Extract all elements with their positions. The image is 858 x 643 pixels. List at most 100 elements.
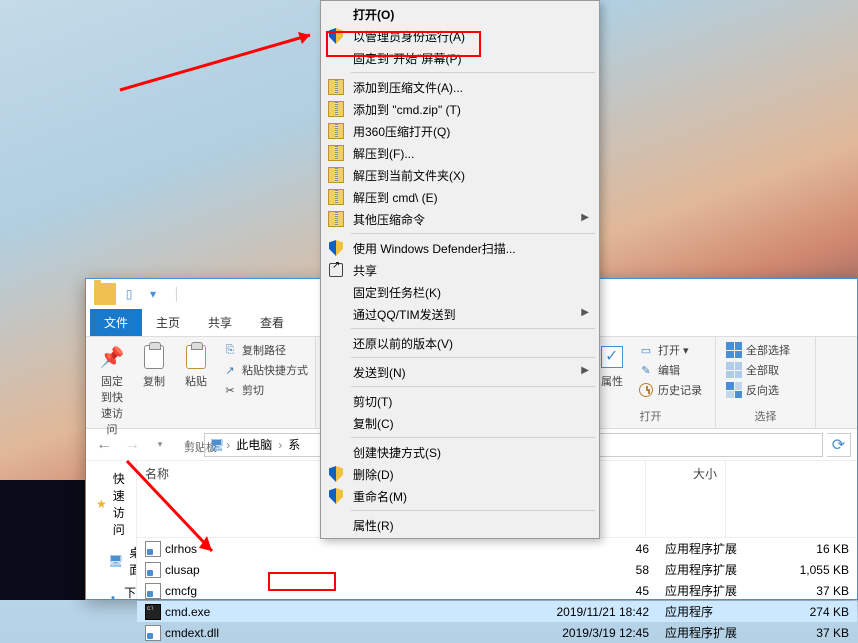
shield-icon — [327, 465, 345, 483]
zip-icon — [327, 166, 345, 184]
menu-item[interactable]: 通过QQ/TIM发送到▶ — [323, 303, 597, 325]
cut-button[interactable]: ✂剪切 — [220, 381, 310, 399]
file-size: 1,055 KB — [777, 561, 857, 579]
menu-item[interactable]: 发送到(N)▶ — [323, 361, 597, 383]
file-row[interactable]: cmdext.dll2019/3/19 12:45应用程序扩展37 KB — [137, 622, 857, 643]
qat-divider: │ — [166, 283, 188, 305]
col-size[interactable]: 大小 — [646, 461, 726, 537]
file-date: 2019/3/19 12:45 — [377, 624, 657, 642]
menu-label: 剪切(T) — [353, 393, 392, 410]
sidebar-desktop[interactable]: 🖥 桌面 📌 — [90, 541, 132, 581]
menu-item[interactable]: 添加到 "cmd.zip" (T) — [323, 98, 597, 120]
file-name: cmdext.dll — [165, 626, 219, 640]
menu-label: 添加到 "cmd.zip" (T) — [353, 101, 461, 118]
up-arrow-icon[interactable]: ↑ — [176, 433, 200, 457]
menu-label: 共享 — [353, 262, 377, 279]
crumb-sys[interactable]: 系 — [284, 436, 304, 453]
file-type: 应用程序 — [657, 601, 777, 622]
menu-item[interactable]: 固定到任务栏(K) — [323, 281, 597, 303]
file-row[interactable]: clusap58应用程序扩展1,055 KB — [137, 559, 857, 580]
menu-item[interactable]: 共享 — [323, 259, 597, 281]
menu-item[interactable]: 以管理员身份运行(A) — [323, 25, 597, 47]
menu-item[interactable]: 打开(O) — [323, 3, 597, 25]
menu-label: 使用 Windows Defender扫描... — [353, 240, 516, 257]
menu-label: 用360压缩打开(Q) — [353, 123, 450, 140]
menu-item[interactable]: 属性(R) — [323, 514, 597, 536]
file-size: 37 KB — [777, 582, 857, 600]
menu-label: 发送到(N) — [353, 364, 406, 381]
copy-button[interactable]: 复制 — [136, 341, 172, 391]
chevron-right-icon: › — [278, 438, 282, 452]
path-icon: ⎘ — [222, 342, 238, 358]
tab-share[interactable]: 共享 — [194, 309, 246, 336]
open-icon: ▭ — [638, 342, 654, 358]
file-date: 2019/11/21 18:42 — [377, 603, 657, 621]
copy-path-button[interactable]: ⎘复制路径 — [220, 341, 310, 359]
sidebar-downloads[interactable]: ⬇ 下载 📌 — [90, 581, 132, 599]
paste-button[interactable]: 粘贴 — [178, 341, 214, 391]
back-arrow-icon[interactable]: ← — [92, 433, 116, 457]
label: 复制 — [143, 373, 165, 389]
tab-view[interactable]: 查看 — [246, 309, 298, 336]
menu-item[interactable]: 删除(D) — [323, 463, 597, 485]
label: 固定到快 速访问 — [98, 373, 126, 437]
group-label: 打开 — [594, 408, 707, 424]
tab-file[interactable]: 文件 — [90, 309, 142, 336]
menu-label: 删除(D) — [353, 466, 394, 483]
invert-selection-button[interactable]: 反向选 — [724, 381, 807, 399]
menu-label: 复制(C) — [353, 415, 394, 432]
menu-item[interactable]: 解压到 cmd\ (E) — [323, 186, 597, 208]
shield-icon — [327, 27, 345, 45]
file-row[interactable]: cmd.exe2019/11/21 18:42应用程序274 KB — [137, 601, 857, 622]
zip-icon — [327, 210, 345, 228]
open-button[interactable]: ▭打开 ▾ — [636, 341, 704, 359]
zip-icon — [327, 78, 345, 96]
menu-item[interactable]: 固定到"开始"屏幕(P) — [323, 47, 597, 69]
menu-label: 添加到压缩文件(A)... — [353, 79, 463, 96]
recent-dropdown-icon[interactable]: ▾ — [148, 433, 172, 457]
menu-item[interactable]: 添加到压缩文件(A)... — [323, 76, 597, 98]
zip-icon — [327, 144, 345, 162]
desktop-icon: 🖥 — [108, 553, 123, 569]
menu-item[interactable]: 还原以前的版本(V) — [323, 332, 597, 354]
file-row[interactable]: clrhos46应用程序扩展16 KB — [137, 538, 857, 559]
properties-icon — [598, 343, 626, 371]
menu-item[interactable]: 剪切(T) — [323, 390, 597, 412]
forward-arrow-icon[interactable]: → — [120, 433, 144, 457]
menu-item[interactable]: 解压到当前文件夹(X) — [323, 164, 597, 186]
menu-label: 属性(R) — [353, 517, 394, 534]
tab-home[interactable]: 主页 — [142, 309, 194, 336]
file-size: 37 KB — [777, 624, 857, 642]
download-icon: ⬇ — [108, 593, 118, 599]
sidebar-quick-access[interactable]: ★ 快速访问 — [90, 467, 132, 541]
share-icon — [327, 261, 345, 279]
menu-item[interactable]: 使用 Windows Defender扫描... — [323, 237, 597, 259]
select-none-button[interactable]: 全部取 — [724, 361, 807, 379]
refresh-icon[interactable]: ⟳ — [827, 433, 851, 457]
menu-item[interactable]: 重命名(M) — [323, 485, 597, 507]
menu-label: 打开(O) — [353, 6, 394, 23]
menu-item[interactable]: 其他压缩命令▶ — [323, 208, 597, 230]
chevron-right-icon: ▶ — [581, 212, 589, 223]
menu-item[interactable]: 创建快捷方式(S) — [323, 441, 597, 463]
qat-item[interactable]: ▾ — [142, 283, 164, 305]
menu-item[interactable]: 解压到(F)... — [323, 142, 597, 164]
crumb-pc[interactable]: 此电脑 — [232, 436, 276, 453]
history-button[interactable]: 历史记录 — [636, 381, 704, 399]
file-row[interactable]: cmcfg45应用程序扩展37 KB — [137, 580, 857, 601]
pin-to-quick-button[interactable]: 📌 固定到快 速访问 — [94, 341, 130, 439]
menu-label: 重命名(M) — [353, 488, 407, 505]
menu-label: 通过QQ/TIM发送到 — [353, 306, 456, 323]
menu-item[interactable]: 复制(C) — [323, 412, 597, 434]
menu-label: 创建快捷方式(S) — [353, 444, 441, 461]
edit-button[interactable]: ✎编辑 — [636, 361, 704, 379]
menu-item[interactable]: 用360压缩打开(Q) — [323, 120, 597, 142]
shortcut-icon: ↗ — [222, 362, 238, 378]
label: 桌面 — [129, 544, 137, 578]
file-size: 16 KB — [777, 540, 857, 558]
label: 下载 — [124, 584, 136, 599]
select-all-button[interactable]: 全部选择 — [724, 341, 807, 359]
file-date: 45 — [377, 582, 657, 600]
paste-shortcut-button[interactable]: ↗粘贴快捷方式 — [220, 361, 310, 379]
qat-item[interactable]: ▯ — [118, 283, 140, 305]
